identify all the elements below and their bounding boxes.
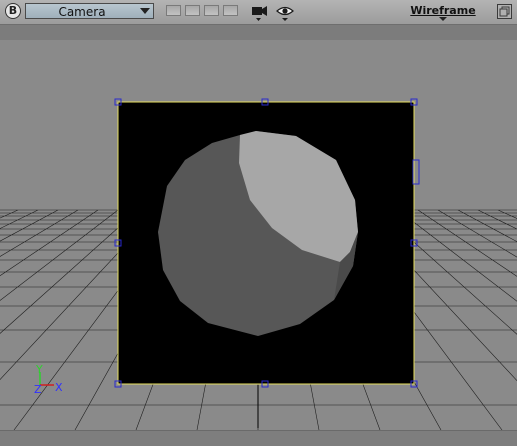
view-select-label: Camera	[58, 5, 106, 19]
chevron-down-icon	[439, 17, 447, 21]
camera-icon[interactable]	[251, 3, 269, 21]
viewport-bottom-bar	[0, 430, 517, 446]
viewport-toolbar: B Camera Wireframe	[0, 0, 517, 25]
viewport-header-strip	[0, 25, 517, 40]
view-select-dropdown[interactable]: Camera	[25, 3, 154, 19]
toolbar-slot-2[interactable]	[185, 5, 200, 16]
toolbar-slot-4[interactable]	[223, 5, 238, 16]
axis-gizmo: Y Z X	[34, 363, 63, 396]
toolbar-slot-3[interactable]	[204, 5, 219, 16]
view-badge[interactable]: B	[5, 3, 21, 19]
axis-z-label: Z	[34, 383, 42, 396]
chevron-down-icon	[140, 8, 150, 14]
shading-mode-label: Wireframe	[410, 4, 476, 17]
maximize-icon[interactable]	[497, 4, 512, 19]
3d-viewport[interactable]: Y Z X	[0, 40, 517, 430]
toolbar-slot-1[interactable]	[166, 5, 181, 16]
axis-x-label: X	[55, 381, 63, 394]
shading-mode-menu[interactable]: Wireframe	[405, 4, 481, 17]
eye-icon[interactable]	[276, 3, 294, 21]
axis-y-label: Y	[35, 363, 43, 376]
